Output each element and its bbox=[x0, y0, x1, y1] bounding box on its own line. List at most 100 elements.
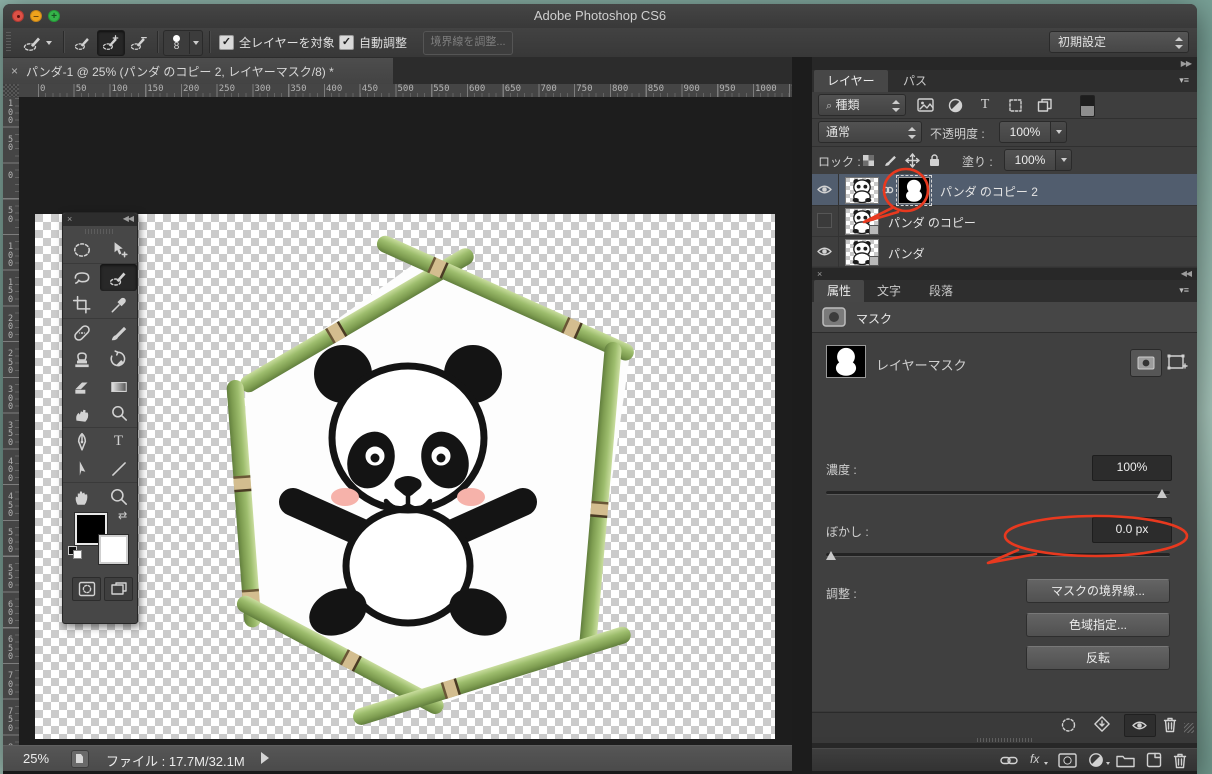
lock-all-icon[interactable] bbox=[924, 149, 944, 171]
tool-smudge[interactable] bbox=[63, 400, 100, 428]
mask-edge-button[interactable]: マスクの境界線... bbox=[1026, 579, 1170, 603]
load-selection-from-mask-icon[interactable] bbox=[1060, 717, 1077, 733]
tool-dodge[interactable] bbox=[100, 400, 137, 428]
apply-mask-icon[interactable] bbox=[1092, 716, 1112, 734]
subtract-from-selection-mode-button[interactable] bbox=[125, 30, 153, 56]
background-color-swatch[interactable] bbox=[99, 535, 128, 564]
canvas[interactable] bbox=[35, 214, 775, 739]
lock-position-icon[interactable] bbox=[902, 149, 922, 171]
panel-resize-grip[interactable] bbox=[1184, 723, 1194, 733]
select-pixel-mask-button[interactable] bbox=[1130, 349, 1162, 377]
filter-pixel-layers-icon[interactable] bbox=[914, 94, 936, 116]
filter-adjustment-layers-icon[interactable] bbox=[944, 94, 966, 116]
tool-lasso[interactable] bbox=[63, 264, 100, 291]
invert-button[interactable]: 反転 bbox=[1026, 646, 1170, 670]
tool-elliptical-marquee[interactable] bbox=[63, 236, 100, 264]
tab-paragraph[interactable]: 段落 bbox=[916, 280, 966, 302]
layer-thumbnail[interactable] bbox=[845, 208, 879, 235]
tab-paths[interactable]: パス bbox=[890, 70, 940, 92]
density-slider-thumb[interactable] bbox=[1157, 489, 1167, 498]
close-panel-icon[interactable]: × bbox=[67, 214, 72, 224]
tool-brush[interactable] bbox=[100, 319, 137, 346]
add-vector-mask-button[interactable] bbox=[1166, 351, 1188, 378]
close-tab-icon[interactable]: × bbox=[11, 64, 18, 78]
link-layers-icon[interactable] bbox=[1000, 755, 1018, 766]
layer-row-panda-copy-2[interactable]: パンダ のコピー 2 bbox=[812, 174, 1197, 206]
vertical-ruler[interactable]: 1005005010015020025030035040045050055060… bbox=[3, 97, 20, 774]
layer-name[interactable]: パンダ bbox=[888, 245, 925, 262]
tool-hand[interactable] bbox=[63, 483, 100, 510]
visibility-toggle[interactable] bbox=[812, 205, 839, 236]
layer-mask-thumbnail[interactable] bbox=[898, 177, 930, 204]
quick-mask-mode-button[interactable] bbox=[72, 577, 101, 601]
ruler-corner[interactable] bbox=[3, 84, 20, 98]
new-group-folder-icon[interactable] bbox=[1116, 753, 1135, 768]
tool-pen[interactable] bbox=[63, 428, 100, 455]
panel-menu-icon[interactable]: ▾≡ bbox=[1179, 75, 1189, 86]
density-slider[interactable] bbox=[826, 491, 1170, 495]
feather-slider-thumb[interactable] bbox=[826, 551, 836, 560]
tool-quick-selection[interactable] bbox=[100, 264, 137, 291]
layer-thumbnail[interactable] bbox=[845, 239, 879, 266]
tool-eraser[interactable] bbox=[63, 373, 100, 400]
panel-menu-icon[interactable]: ▾≡ bbox=[1179, 285, 1189, 296]
tool-line[interactable] bbox=[100, 455, 137, 483]
density-value-field[interactable]: 100% bbox=[1092, 455, 1172, 481]
tool-spot-healing-brush[interactable] bbox=[63, 319, 100, 346]
swap-colors-icon[interactable]: ⇄ bbox=[118, 509, 127, 522]
layer-name[interactable]: パンダ のコピー bbox=[888, 214, 976, 231]
screen-mode-button[interactable] bbox=[104, 577, 133, 601]
default-colors-icon[interactable] bbox=[68, 546, 82, 558]
lock-pixels-brush-icon[interactable] bbox=[880, 149, 900, 171]
auto-enhance-checkbox[interactable]: ✓ 自動調整 bbox=[339, 34, 407, 50]
new-selection-mode-button[interactable] bbox=[69, 30, 97, 56]
new-layer-icon[interactable] bbox=[1146, 752, 1162, 768]
disable-mask-button[interactable] bbox=[1124, 714, 1156, 737]
opacity-dropdown-button[interactable] bbox=[1051, 121, 1067, 143]
sample-all-layers-checkbox[interactable]: ✓ 全レイヤーを対象 bbox=[219, 34, 335, 50]
blend-mode-select[interactable]: 通常 bbox=[818, 121, 922, 143]
horizontal-ruler[interactable]: 0501001502002503003504004505005506006507… bbox=[19, 84, 792, 98]
feather-value-field[interactable]: 0.0 px bbox=[1092, 517, 1172, 543]
tab-character[interactable]: 文字 bbox=[864, 280, 914, 302]
workspace-preset-select[interactable]: 初期設定 bbox=[1049, 31, 1189, 53]
tool-clone-stamp[interactable] bbox=[63, 346, 100, 373]
brush-size-picker[interactable]: 8 bbox=[163, 30, 203, 56]
tool-move[interactable] bbox=[100, 236, 137, 264]
tool-gradient[interactable] bbox=[100, 373, 137, 400]
lock-transparency-icon[interactable] bbox=[858, 149, 878, 171]
document-preview-icon[interactable] bbox=[71, 750, 89, 768]
layer-filter-kind-select[interactable]: ⌕ 種類 bbox=[818, 94, 906, 116]
tab-properties[interactable]: 属性 bbox=[814, 280, 864, 302]
layer-row-panda-copy[interactable]: パンダ のコピー bbox=[812, 205, 1197, 237]
filter-toggle-switch[interactable] bbox=[1080, 95, 1095, 117]
add-to-selection-mode-button[interactable] bbox=[97, 30, 125, 56]
fill-value-field[interactable]: 100% bbox=[1004, 149, 1056, 171]
tool-type[interactable]: T bbox=[100, 428, 137, 455]
status-options-arrow-icon[interactable] bbox=[261, 752, 269, 764]
refine-edge-button[interactable]: 境界線を調整... bbox=[423, 31, 513, 55]
dock-divider[interactable] bbox=[792, 57, 813, 774]
collapse-dock-icon[interactable]: ▶▶ bbox=[1181, 59, 1191, 68]
options-bar-grip[interactable] bbox=[6, 32, 11, 53]
tool-eyedropper[interactable] bbox=[100, 291, 137, 319]
layer-name[interactable]: パンダ のコピー 2 bbox=[940, 183, 1038, 200]
visibility-toggle[interactable] bbox=[812, 174, 839, 205]
opacity-value-field[interactable]: 100% bbox=[999, 121, 1051, 143]
add-layer-mask-icon[interactable] bbox=[1058, 753, 1077, 768]
fill-dropdown-button[interactable] bbox=[1056, 149, 1072, 171]
layer-row-panda[interactable]: パンダ bbox=[812, 236, 1197, 268]
collapse-panel-icon[interactable]: ◀◀ bbox=[123, 214, 133, 223]
visibility-toggle[interactable] bbox=[812, 236, 839, 267]
toolbox-grip[interactable] bbox=[63, 228, 137, 234]
color-range-button[interactable]: 色域指定... bbox=[1026, 613, 1170, 637]
new-adjustment-layer-icon[interactable] bbox=[1088, 752, 1104, 768]
feather-slider[interactable] bbox=[826, 553, 1170, 557]
zoom-level-field[interactable]: 25% bbox=[23, 751, 49, 766]
toolbox-header[interactable]: × ◀◀ bbox=[63, 213, 137, 226]
document-tab[interactable]: × パンダ-1 @ 25% (パンダ のコピー 2, レイヤーマスク/8) * bbox=[3, 58, 393, 84]
filter-shape-layers-icon[interactable] bbox=[1004, 94, 1026, 116]
filter-smart-objects-icon[interactable] bbox=[1034, 94, 1056, 116]
mask-link-icon[interactable] bbox=[882, 185, 894, 195]
delete-mask-trash-icon[interactable] bbox=[1162, 716, 1178, 733]
